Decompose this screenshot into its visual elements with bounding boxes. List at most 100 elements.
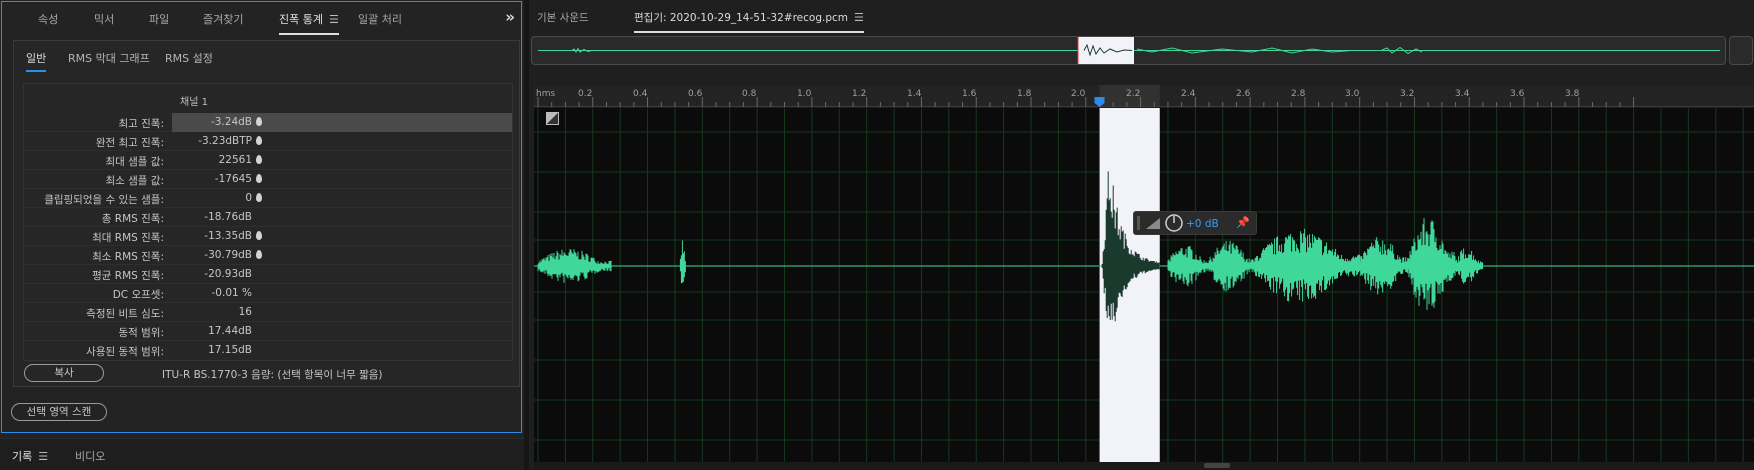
- table-row[interactable]: DC 오프셋: -0.01 %: [24, 284, 512, 303]
- waveform-editor: 기본 사운드 편집기: 2020-10-29_14-51-32#recog.pc…: [529, 0, 1754, 470]
- panel-menu-icon[interactable]: ☰: [329, 13, 339, 26]
- stat-value: -0.01 %: [211, 287, 252, 299]
- tab-files[interactable]: 파일: [149, 11, 169, 27]
- itu-loudness-text: ITU-R BS.1770-3 음량: (선택 항목이 너무 짧음): [162, 369, 383, 381]
- ruler-tick-label: 3.6: [1510, 89, 1525, 99]
- table-row[interactable]: 평균 RMS 진폭: -20.93dB: [24, 265, 512, 284]
- table-row[interactable]: 완전 최고 진폭: -3.23dBTP: [24, 132, 512, 151]
- locate-pin-icon[interactable]: [256, 250, 262, 259]
- locate-pin-icon[interactable]: [256, 155, 262, 164]
- stat-label: 사용된 동적 범위:: [86, 346, 164, 358]
- ruler-tick-label: 0.2: [578, 89, 593, 99]
- table-row[interactable]: 총 RMS 진폭: -18.76dB: [24, 208, 512, 227]
- ruler-tick-label: 1.6: [962, 89, 977, 99]
- horizontal-scrollbar[interactable]: [534, 462, 1754, 470]
- ruler-tick-label: 1.2: [852, 89, 867, 99]
- tab-history[interactable]: 기록 ☰: [12, 448, 48, 464]
- waveform-segment: [537, 249, 612, 283]
- stat-label: 측정된 비트 심도:: [86, 308, 164, 320]
- gain-value[interactable]: +0 dB: [1186, 218, 1219, 230]
- stat-label: 평균 RMS 진폭:: [92, 270, 164, 282]
- locate-pin-icon[interactable]: [256, 117, 262, 126]
- table-row[interactable]: 동적 범위: 17.44dB: [24, 322, 512, 341]
- editor-tab-bar: 기본 사운드 편집기: 2020-10-29_14-51-32#recog.pc…: [529, 0, 1754, 33]
- stat-value: -17645: [214, 173, 252, 185]
- table-row[interactable]: 클립핑되었을 수 있는 샘플: 0: [24, 189, 512, 208]
- tab-batch-process[interactable]: 일괄 처리: [358, 11, 402, 27]
- gain-hud[interactable]: +0 dB 📌: [1133, 211, 1257, 235]
- table-row[interactable]: 사용된 동적 범위: 17.15dB: [24, 341, 512, 360]
- waveform-segment: [1167, 246, 1210, 287]
- overview-navigator[interactable]: [531, 36, 1726, 65]
- tab-label: 편집기: 2020-10-29_14-51-32#recog.pcm: [634, 12, 848, 24]
- time-ruler[interactable]: hms 0.2 0.4 0.6 0.8 1.0 1.2 1.4 1.6 1.8 …: [534, 85, 1754, 107]
- waveform-segment: [1408, 218, 1456, 310]
- tab-properties[interactable]: 속성: [38, 11, 58, 27]
- stat-value: -3.24dB: [210, 116, 252, 128]
- stat-value: 16: [238, 306, 252, 318]
- ruler-tick-label: 2.8: [1291, 89, 1306, 99]
- stat-value: 0: [245, 192, 252, 204]
- locate-pin-icon[interactable]: [256, 174, 262, 183]
- table-row[interactable]: 최고 진폭: -3.24dB: [24, 113, 512, 132]
- stat-label: 동적 범위:: [118, 327, 164, 339]
- waveform-segment: [1359, 237, 1410, 295]
- copy-button[interactable]: 복사: [24, 364, 104, 382]
- tab-video[interactable]: 비디오: [75, 448, 105, 464]
- ruler-tick-label: 0.8: [742, 89, 757, 99]
- ruler-tick-label: 3.8: [1565, 89, 1580, 99]
- locate-pin-icon[interactable]: [256, 231, 262, 240]
- waveform-segment: [1208, 240, 1256, 292]
- table-row[interactable]: 측정된 비트 심도: 16: [24, 303, 512, 322]
- left-panel: 속성 믹서 파일 즐겨찾기 진폭 통계 ☰ 일괄 처리 » 일반 RMS 막대 그…: [0, 0, 524, 470]
- tab-favorites[interactable]: 즐겨찾기: [203, 11, 243, 27]
- stat-value: -20.93dB: [204, 268, 252, 280]
- table-row[interactable]: 최대 RMS 진폭: -13.35dB: [24, 227, 512, 246]
- overview-zoom-handle[interactable]: [1729, 36, 1753, 65]
- ruler-unit-label: hms: [536, 89, 556, 99]
- ruler-tick-label: 1.0: [797, 89, 812, 99]
- ruler-tick-label: 0.4: [633, 89, 648, 99]
- more-tabs-chevron-icon[interactable]: »: [505, 8, 515, 26]
- stat-label: 클립핑되었을 수 있는 샘플:: [44, 194, 164, 206]
- stat-label: 최고 진폭:: [118, 118, 164, 130]
- waveform-display[interactable]: [534, 108, 1754, 462]
- ruler-tick-label: 3.2: [1400, 89, 1415, 99]
- hud-grip-icon: [1137, 216, 1140, 230]
- tab-essential-sound[interactable]: 기본 사운드: [537, 10, 589, 25]
- pin-icon[interactable]: 📌: [1236, 216, 1250, 229]
- ruler-tick-label: 3.4: [1455, 89, 1470, 99]
- locate-pin-icon[interactable]: [256, 136, 262, 145]
- ruler-tick-label: 2.0: [1071, 89, 1086, 99]
- table-row[interactable]: 최소 샘플 값: -17645: [24, 170, 512, 189]
- stat-label: 완전 최고 진폭:: [95, 137, 164, 149]
- stat-value: 22561: [218, 154, 252, 166]
- table-row[interactable]: 최대 샘플 값: 22561: [24, 151, 512, 170]
- tab-editor[interactable]: 편집기: 2020-10-29_14-51-32#recog.pcm ☰: [634, 10, 864, 33]
- tab-amplitude-statistics[interactable]: 진폭 통계 ☰: [279, 11, 339, 35]
- waveform-canvas: [534, 108, 1754, 462]
- panel-tab-bar: 속성 믹서 파일 즐겨찾기 진폭 통계 ☰ 일괄 처리 »: [2, 2, 521, 36]
- bottom-tab-bar: 기록 ☰ 비디오: [0, 438, 524, 470]
- locate-pin-icon[interactable]: [256, 193, 262, 202]
- panel-menu-icon[interactable]: ☰: [854, 11, 864, 24]
- waveform-toggle-icon[interactable]: [546, 112, 559, 125]
- volume-ramp-icon: [1146, 218, 1160, 229]
- ruler-tick-label: 3.0: [1345, 89, 1360, 99]
- panel-menu-icon[interactable]: ☰: [38, 450, 48, 463]
- tab-label: 진폭 통계: [279, 13, 323, 26]
- ruler-tick-label: 1.4: [907, 89, 922, 99]
- subtab-rms-histogram[interactable]: RMS 막대 그래프: [68, 50, 150, 66]
- stat-value: -13.35dB: [204, 230, 252, 242]
- subtab-general[interactable]: 일반: [26, 50, 47, 72]
- stat-value: -18.76dB: [204, 211, 252, 223]
- subtab-rms-settings[interactable]: RMS 설정: [165, 50, 213, 66]
- table-row[interactable]: 최소 RMS 진폭: -30.79dB: [24, 246, 512, 265]
- hud-controls: [1137, 214, 1183, 232]
- scan-selection-button[interactable]: 선택 영역 스캔: [11, 403, 107, 421]
- ruler-tick-label: 0.6: [688, 89, 703, 99]
- tab-mixer[interactable]: 믹서: [94, 11, 114, 27]
- stat-label: 최소 RMS 진폭:: [92, 251, 164, 263]
- stat-value: 17.15dB: [208, 344, 252, 356]
- scrollbar-thumb[interactable]: [1204, 463, 1230, 468]
